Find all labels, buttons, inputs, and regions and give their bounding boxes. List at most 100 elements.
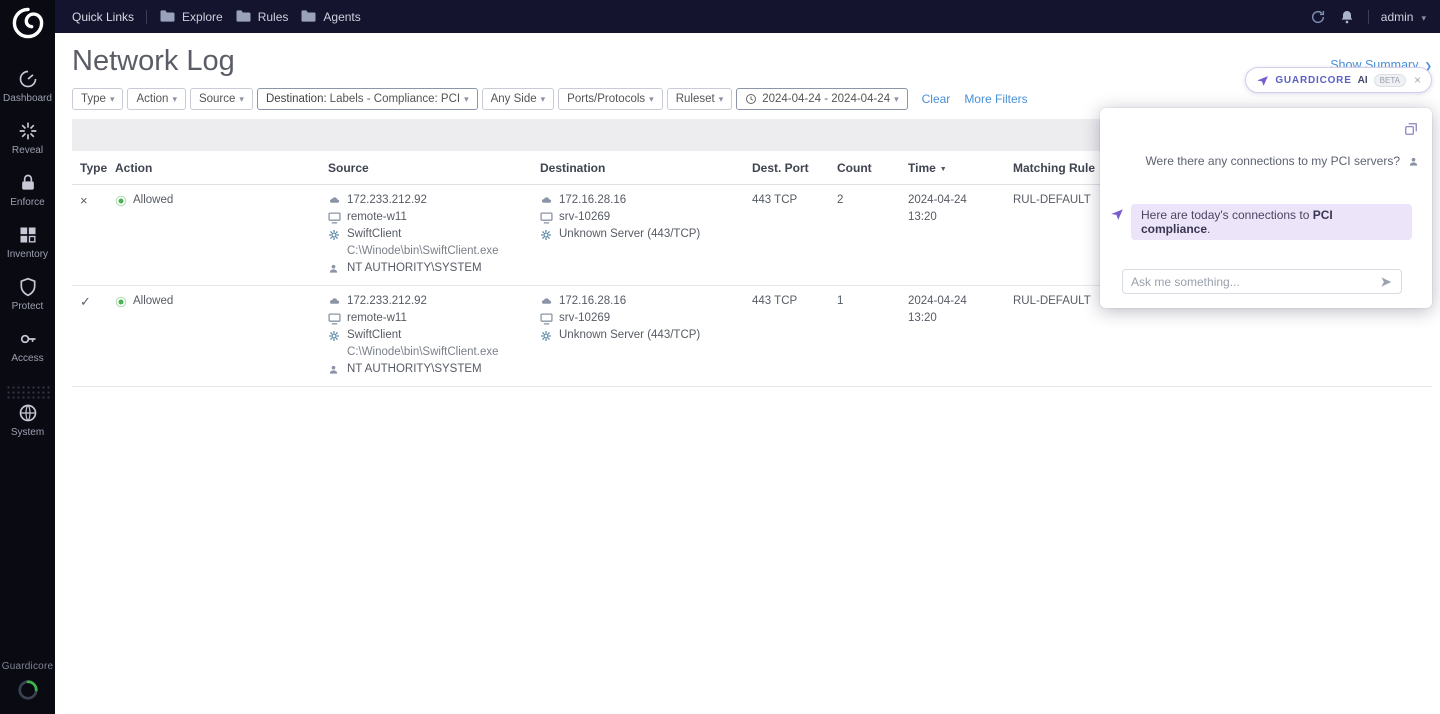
filter-action[interactable]: Action <box>127 88 186 110</box>
topbar-link-agents[interactable]: Agents <box>300 9 360 24</box>
clock-icon <box>745 93 757 105</box>
guardicore-logo-icon[interactable] <box>10 5 46 41</box>
sidebar-item-access[interactable]: Access <box>0 329 55 381</box>
column-header-action[interactable]: Action <box>115 161 328 175</box>
user-avatar-icon <box>1408 156 1419 167</box>
sidebar-item-label: Inventory <box>7 249 48 260</box>
chevron-down-icon <box>168 93 177 105</box>
column-header-source[interactable]: Source <box>328 161 540 175</box>
chevron-down-icon <box>235 93 244 105</box>
source-process: SwiftClient <box>347 226 401 243</box>
filter-any-side[interactable]: Any Side <box>482 88 555 110</box>
sidebar-item-label: Protect <box>12 301 44 312</box>
user-menu[interactable]: admin <box>1381 10 1426 24</box>
brand-label: Guardicore <box>2 661 53 672</box>
sidebar-item-label: Dashboard <box>3 93 52 104</box>
topbar-link-explore[interactable]: Explore <box>159 9 223 24</box>
time-clock: 13:20 <box>908 310 1013 327</box>
topbar-link-label: Rules <box>258 10 289 24</box>
notifications-bell-icon[interactable] <box>1339 9 1356 24</box>
count: 2 <box>837 192 908 209</box>
column-header-dest-port[interactable]: Dest. Port <box>752 161 837 175</box>
chat-ai-message-row: Here are today's connections to PCI comp… <box>1110 204 1412 240</box>
filter-type[interactable]: Type <box>72 88 123 110</box>
filter-destination[interactable]: Destination: Labels - Compliance: PCI <box>257 88 478 110</box>
globe-icon <box>18 403 38 423</box>
guardicore-ai-widget-button[interactable]: GUARDICORE AI BETA × <box>1245 67 1432 93</box>
user-icon <box>328 364 341 376</box>
column-header-type[interactable]: Type <box>72 161 115 175</box>
ai-plane-icon <box>1110 207 1124 221</box>
connection-state-icon: × <box>72 192 115 209</box>
source-process-path: C:\Winode\bin\SwiftClient.exe <box>347 243 498 260</box>
sidebar-item-enforce[interactable]: Enforce <box>0 173 55 225</box>
column-header-time[interactable]: Time <box>908 161 1013 175</box>
clear-filters-link[interactable]: Clear <box>922 92 951 106</box>
allowed-status-icon <box>115 195 128 207</box>
column-header-destination[interactable]: Destination <box>540 161 752 175</box>
chat-input[interactable] <box>1131 275 1373 289</box>
allowed-status-icon <box>115 296 128 308</box>
chevron-down-icon <box>460 93 469 105</box>
sidebar-item-system[interactable]: System <box>0 403 55 455</box>
filter-ports-protocols[interactable]: Ports/Protocols <box>558 88 663 110</box>
source-process: SwiftClient <box>347 327 401 344</box>
topbar-link-label: Agents <box>323 10 360 24</box>
refresh-icon[interactable] <box>1310 9 1327 24</box>
spinner-icon <box>17 679 39 706</box>
inventory-icon <box>18 225 38 245</box>
action-label: Allowed <box>133 192 173 209</box>
beta-badge: BETA <box>1374 74 1406 87</box>
connection-state-icon: ✓ <box>72 293 115 310</box>
key-icon <box>18 329 38 349</box>
sidebar-dots-decoration <box>6 385 50 401</box>
divider <box>146 10 147 24</box>
page-title: Network Log <box>72 45 235 78</box>
dest-port: 443 TCP <box>752 192 837 209</box>
dashboard-icon <box>18 69 38 89</box>
sidebar-item-dashboard[interactable]: Dashboard <box>0 69 55 121</box>
user-icon <box>328 263 341 275</box>
filter-date-range[interactable]: 2024-04-24 - 2024-04-24 <box>736 88 907 110</box>
source-user: NT AUTHORITY\SYSTEM <box>347 361 482 378</box>
divider <box>1368 10 1369 24</box>
folder-icon <box>159 9 176 24</box>
quick-links-label: Quick Links <box>72 10 134 24</box>
column-header-count[interactable]: Count <box>837 161 908 175</box>
source-host: remote-w11 <box>347 209 407 226</box>
sidebar-item-label: System <box>11 427 44 438</box>
more-filters-link[interactable]: More Filters <box>964 92 1027 106</box>
time-date: 2024-04-24 <box>908 192 1013 209</box>
send-icon[interactable] <box>1379 275 1393 289</box>
ai-label: AI <box>1358 75 1368 86</box>
topbar-link-rules[interactable]: Rules <box>235 9 289 24</box>
filter-ruleset[interactable]: Ruleset <box>667 88 733 110</box>
sidebar-item-inventory[interactable]: Inventory <box>0 225 55 277</box>
close-icon[interactable]: × <box>1414 73 1421 87</box>
chat-input-container <box>1122 269 1402 294</box>
sidebar-item-protect[interactable]: Protect <box>0 277 55 329</box>
cloud-icon <box>328 296 341 308</box>
destination-process: Unknown Server (443/TCP) <box>559 226 700 243</box>
cloud-icon <box>540 296 553 308</box>
chevron-down-icon <box>537 93 546 105</box>
sidebar-item-reveal[interactable]: Reveal <box>0 121 55 173</box>
monitor-icon <box>540 313 553 325</box>
monitor-icon <box>540 212 553 224</box>
cloud-icon <box>540 195 553 207</box>
sidebar-item-label: Enforce <box>10 197 44 208</box>
sidebar-footer: Guardicore <box>0 661 55 706</box>
lock-icon <box>18 173 38 193</box>
folder-icon <box>300 9 317 24</box>
source-ip: 172.233.212.92 <box>347 192 427 209</box>
filter-bar: Type Action Source Destination: Labels -… <box>55 78 1440 110</box>
reveal-icon <box>18 121 38 141</box>
time-date: 2024-04-24 <box>908 293 1013 310</box>
popout-icon[interactable] <box>1404 122 1418 136</box>
topbar-link-label: Explore <box>182 10 223 24</box>
process-gear-icon <box>540 330 553 342</box>
filter-source[interactable]: Source <box>190 88 253 110</box>
ai-plane-icon <box>1256 74 1269 87</box>
destination-host: srv-10269 <box>559 209 610 226</box>
sidebar-item-label: Reveal <box>12 145 43 156</box>
